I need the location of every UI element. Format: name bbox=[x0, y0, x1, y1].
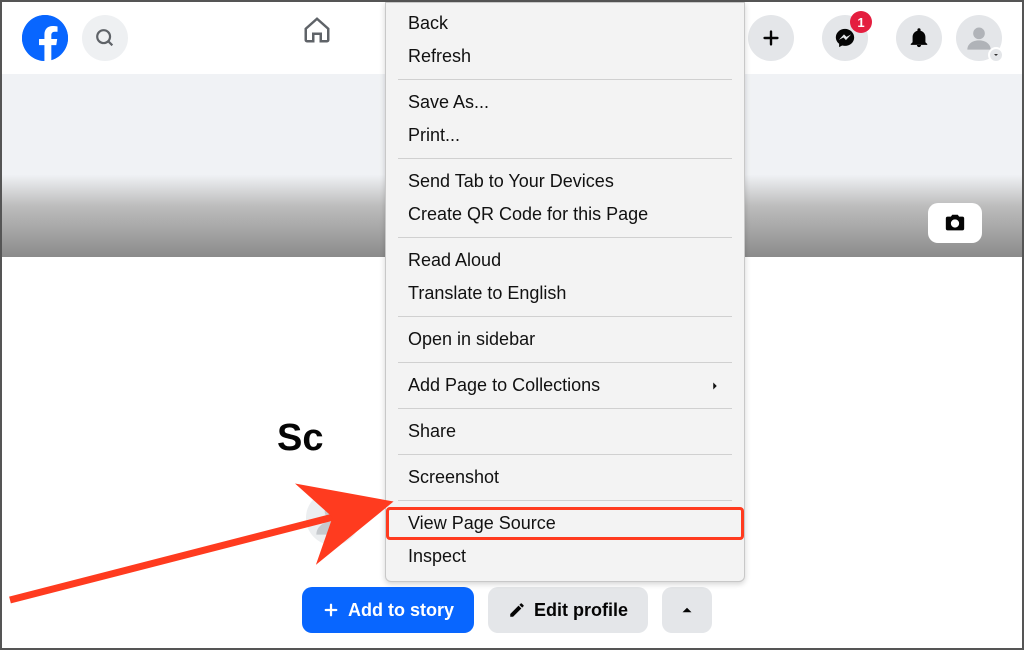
chevron-down-icon bbox=[988, 47, 1004, 63]
ctx-view-source[interactable]: View Page Source bbox=[386, 507, 744, 540]
ctx-qr[interactable]: Create QR Code for this Page bbox=[386, 198, 744, 231]
ctx-read-aloud[interactable]: Read Aloud bbox=[386, 244, 744, 277]
context-menu: Back Refresh Save As... Print... Send Ta… bbox=[385, 2, 745, 582]
ctx-save-as[interactable]: Save As... bbox=[386, 86, 744, 119]
edit-profile-label: Edit profile bbox=[534, 600, 628, 621]
home-nav-icon[interactable] bbox=[302, 15, 332, 50]
ctx-back[interactable]: Back bbox=[386, 7, 744, 40]
messenger-button[interactable]: 1 bbox=[822, 15, 868, 61]
ctx-share[interactable]: Share bbox=[386, 415, 744, 448]
facebook-logo[interactable] bbox=[22, 15, 68, 61]
create-button[interactable] bbox=[748, 15, 794, 61]
chevron-right-icon bbox=[708, 379, 722, 393]
ctx-translate[interactable]: Translate to English bbox=[386, 277, 744, 310]
add-to-story-label: Add to story bbox=[348, 600, 454, 621]
add-to-story-button[interactable]: Add to story bbox=[302, 587, 474, 633]
account-menu[interactable] bbox=[956, 15, 1002, 61]
ctx-sidebar[interactable]: Open in sidebar bbox=[386, 323, 744, 356]
ctx-refresh[interactable]: Refresh bbox=[386, 40, 744, 73]
ctx-print[interactable]: Print... bbox=[386, 119, 744, 152]
profile-avatar[interactable] bbox=[302, 487, 364, 549]
ctx-send-tab[interactable]: Send Tab to Your Devices bbox=[386, 165, 744, 198]
profile-name: Sc bbox=[277, 417, 323, 460]
ctx-collections[interactable]: Add Page to Collections bbox=[386, 369, 744, 402]
notification-badge: 1 bbox=[850, 11, 872, 33]
edit-profile-button[interactable]: Edit profile bbox=[488, 587, 648, 633]
notifications-button[interactable] bbox=[896, 15, 942, 61]
ctx-inspect[interactable]: Inspect bbox=[386, 540, 744, 573]
edit-cover-button[interactable] bbox=[928, 203, 982, 243]
ctx-screenshot[interactable]: Screenshot bbox=[386, 461, 744, 494]
search-button[interactable] bbox=[82, 15, 128, 61]
more-button[interactable] bbox=[662, 587, 712, 633]
